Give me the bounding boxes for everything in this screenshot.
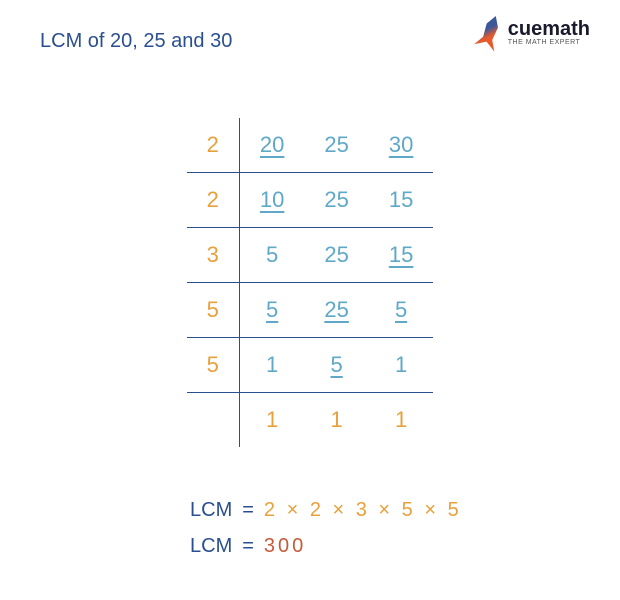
logo-text-stack: cuemath THE MATH EXPERT	[508, 18, 590, 46]
divisor-cell	[187, 393, 240, 448]
result-section: LCM = 2 × 2 × 3 × 5 × 5 LCM = 300	[190, 492, 580, 564]
divisor-cell: 3	[187, 228, 240, 283]
value-cell: 15	[369, 173, 433, 228]
rocket-icon	[473, 12, 507, 52]
brand-tagline: THE MATH EXPERT	[508, 39, 590, 46]
table-row: 111	[187, 393, 434, 448]
value-cell: 1	[369, 338, 433, 393]
table-row: 55255	[187, 283, 434, 338]
value-cell: 25	[304, 118, 368, 173]
brand-logo: cuemath THE MATH EXPERT	[478, 15, 590, 49]
result-factors-line: LCM = 2 × 2 × 3 × 5 × 5	[190, 492, 580, 528]
value-cell: 25	[304, 283, 368, 338]
value-cell: 5	[239, 228, 304, 283]
value-cell: 5	[239, 283, 304, 338]
value-cell: 1	[369, 393, 433, 448]
value-cell: 10	[239, 173, 304, 228]
divisor-cell: 2	[187, 118, 240, 173]
value-cell: 25	[304, 228, 368, 283]
value-cell: 30	[369, 118, 433, 173]
value-cell: 1	[304, 393, 368, 448]
divisor-cell: 2	[187, 173, 240, 228]
brand-name: cuemath	[508, 18, 590, 41]
value-cell: 15	[369, 228, 433, 283]
value-cell: 25	[304, 173, 368, 228]
table-row: 2102515	[187, 173, 434, 228]
lcm-label: LCM	[190, 492, 232, 528]
table-row: 5151	[187, 338, 434, 393]
value-cell: 5	[369, 283, 433, 338]
equals-sign: =	[242, 528, 254, 564]
lcm-division-table: 22025302102515352515552555151111	[40, 118, 580, 447]
result-value-line: LCM = 300	[190, 528, 580, 564]
table-row: 352515	[187, 228, 434, 283]
lcm-label: LCM	[190, 528, 232, 564]
divisor-cell: 5	[187, 283, 240, 338]
equals-sign: =	[242, 492, 254, 528]
value-cell: 1	[239, 338, 304, 393]
value-cell: 5	[304, 338, 368, 393]
value-cell: 1	[239, 393, 304, 448]
result-value: 300	[264, 528, 306, 564]
factor-expression: 2 × 2 × 3 × 5 × 5	[264, 492, 462, 528]
value-cell: 20	[239, 118, 304, 173]
table-row: 2202530	[187, 118, 434, 173]
divisor-cell: 5	[187, 338, 240, 393]
